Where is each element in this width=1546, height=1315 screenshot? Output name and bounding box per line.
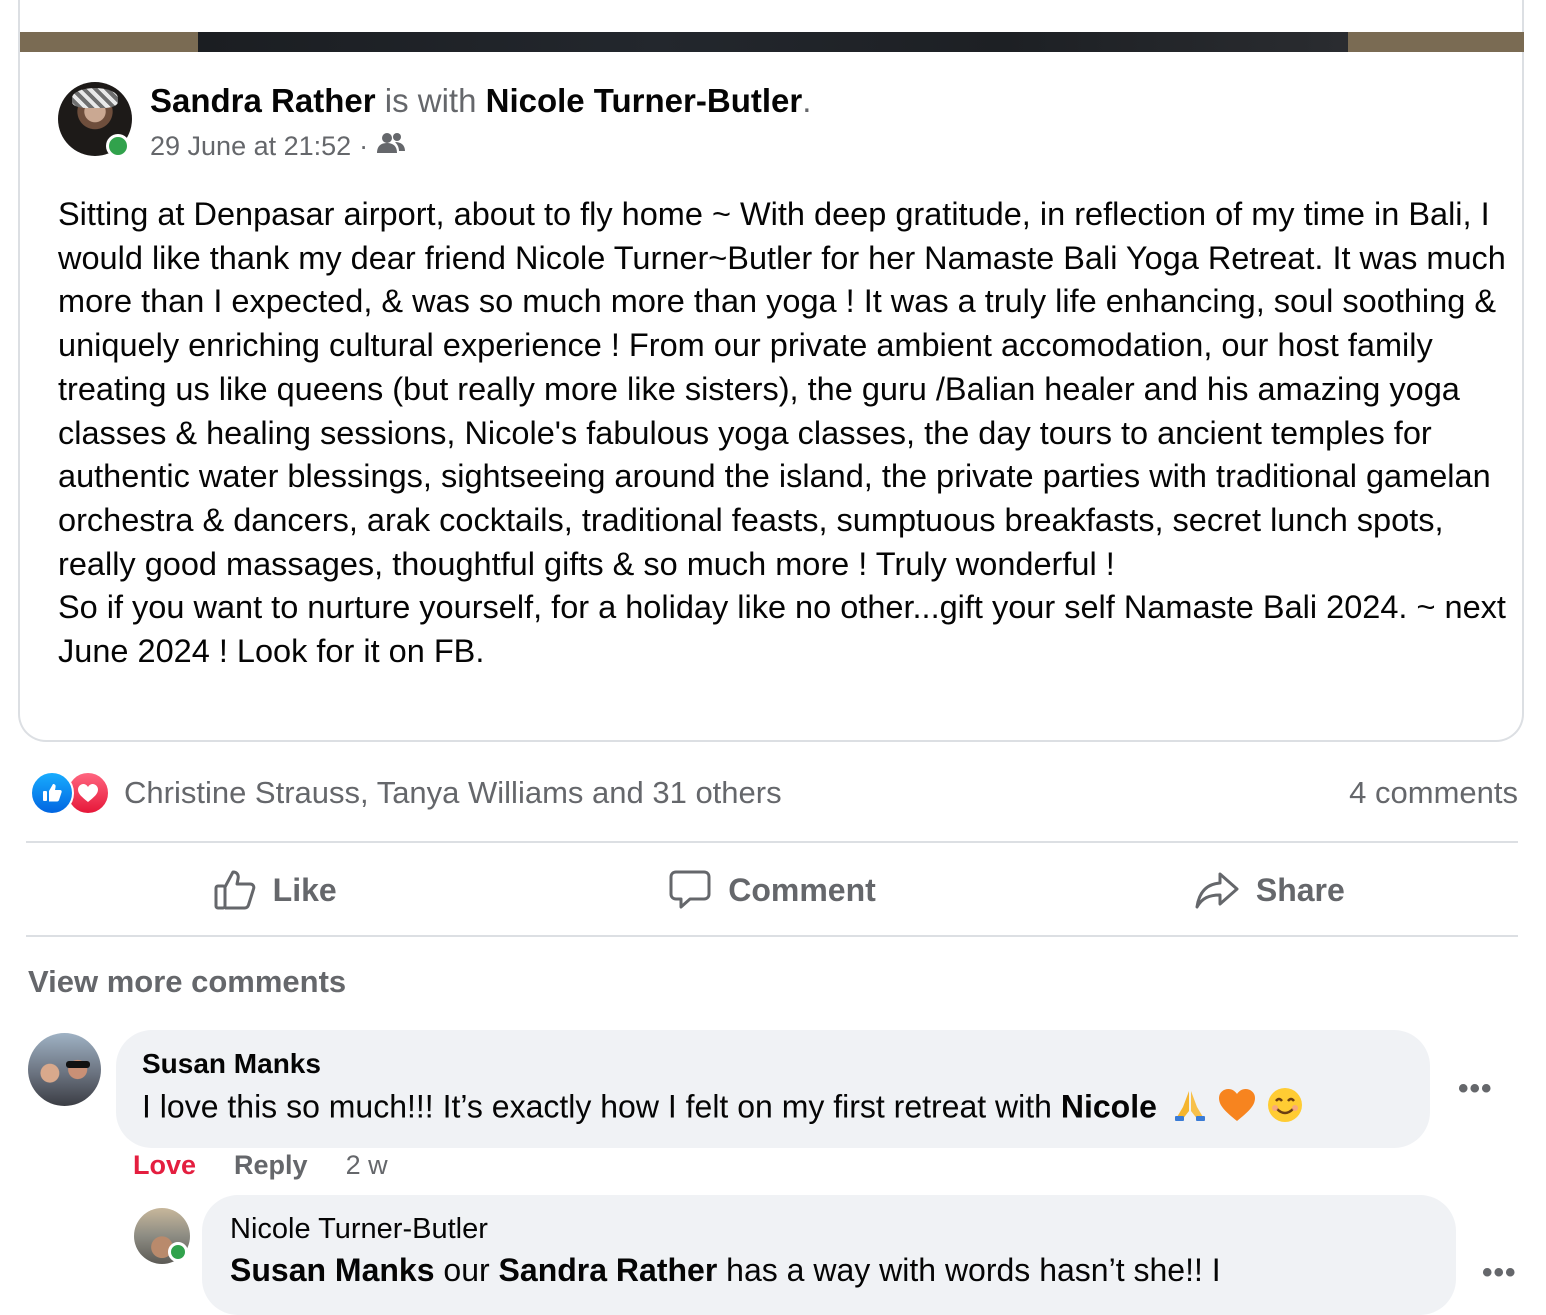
share-button[interactable]: Share (1021, 870, 1518, 910)
post-timestamp[interactable]: 29 June at 21:52 (150, 131, 351, 162)
view-more-comments-link[interactable]: View more comments (28, 964, 346, 1000)
thumbs-up-icon (214, 870, 255, 910)
online-status-dot (168, 1242, 188, 1262)
comment-text: Susan Manks our Sandra Rather has a way … (230, 1252, 1428, 1289)
meta-separator: · (359, 131, 369, 161)
smiling-face-icon (1266, 1086, 1304, 1132)
comment-author-link[interactable]: Susan Manks (142, 1048, 1404, 1080)
comment-button[interactable]: Comment (523, 869, 1020, 911)
post-header: Sandra Rather is with Nicole Turner-Butl… (150, 82, 811, 120)
comment-actions: Love Reply 2 w (133, 1150, 388, 1181)
post-paragraph: So if you want to nurture yourself, for … (58, 589, 1506, 670)
friends-icon[interactable] (376, 131, 406, 162)
comment-bubble: Susan Manks I love this so much!!! It’s … (116, 1030, 1430, 1148)
divider (26, 841, 1518, 843)
comment-text: I love this so much!!! It’s exactly how … (142, 1086, 1404, 1132)
post-body: Sitting at Denpasar airport, about to fl… (58, 193, 1508, 674)
reactors-list[interactable]: Christine Strauss, Tanya Williams and 31… (124, 775, 782, 811)
comment-label: Comment (728, 871, 876, 908)
comment-body: our (434, 1252, 499, 1288)
post-paragraph: Sitting at Denpasar airport, about to fl… (58, 196, 1506, 582)
orange-heart-icon (1217, 1087, 1257, 1131)
share-arrow-icon (1195, 872, 1239, 909)
tagged-friend-link[interactable]: Nicole Turner-Butler (486, 82, 803, 119)
mention-link[interactable]: Sandra Rather (499, 1252, 718, 1288)
comment-menu-button[interactable]: ••• (1458, 1072, 1493, 1106)
shared-media-image[interactable] (20, 32, 1524, 52)
online-status-dot (106, 134, 130, 158)
comment-bubble-icon (669, 870, 711, 909)
comment-time[interactable]: 2 w (346, 1150, 388, 1181)
reactions-summary: Christine Strauss, Tanya Williams and 31… (30, 770, 1518, 816)
post-meta: 29 June at 21:52 · (150, 131, 406, 162)
author-avatar[interactable] (58, 82, 134, 158)
mention-link[interactable]: Susan Manks (230, 1252, 435, 1288)
reaction-icons[interactable] (30, 771, 110, 815)
like-reaction-icon (30, 771, 74, 815)
commenter-avatar[interactable] (28, 1033, 101, 1106)
media-photo-edge (198, 32, 1348, 52)
reply-bubble: Nicole Turner-Butler Susan Manks our San… (202, 1195, 1456, 1315)
comment-love-reaction-button[interactable]: Love (133, 1150, 196, 1181)
comment-body: has a way with words hasn’t she!! I (717, 1252, 1221, 1288)
author-name-link[interactable]: Sandra Rather (150, 82, 376, 119)
like-button[interactable]: Like (26, 869, 523, 911)
post-action-bar: Like Comment Share (26, 844, 1518, 936)
share-label: Share (1255, 871, 1345, 908)
mention-link[interactable]: Nicole (1061, 1088, 1157, 1124)
with-text: is with (384, 82, 477, 119)
shared-post-card[interactable]: Sandra Rather is with Nicole Turner-Butl… (18, 0, 1524, 742)
comment-reply-button[interactable]: Reply (234, 1150, 308, 1181)
folded-hands-icon (1172, 1087, 1208, 1131)
comment-body: I love this so much!!! It’s exactly how … (142, 1088, 1061, 1125)
comment-author-link[interactable]: Nicole Turner-Butler (230, 1213, 1428, 1246)
comments-count[interactable]: 4 comments (1349, 775, 1518, 811)
divider (26, 935, 1518, 937)
header-period: . (802, 82, 812, 119)
like-label: Like (272, 871, 337, 908)
